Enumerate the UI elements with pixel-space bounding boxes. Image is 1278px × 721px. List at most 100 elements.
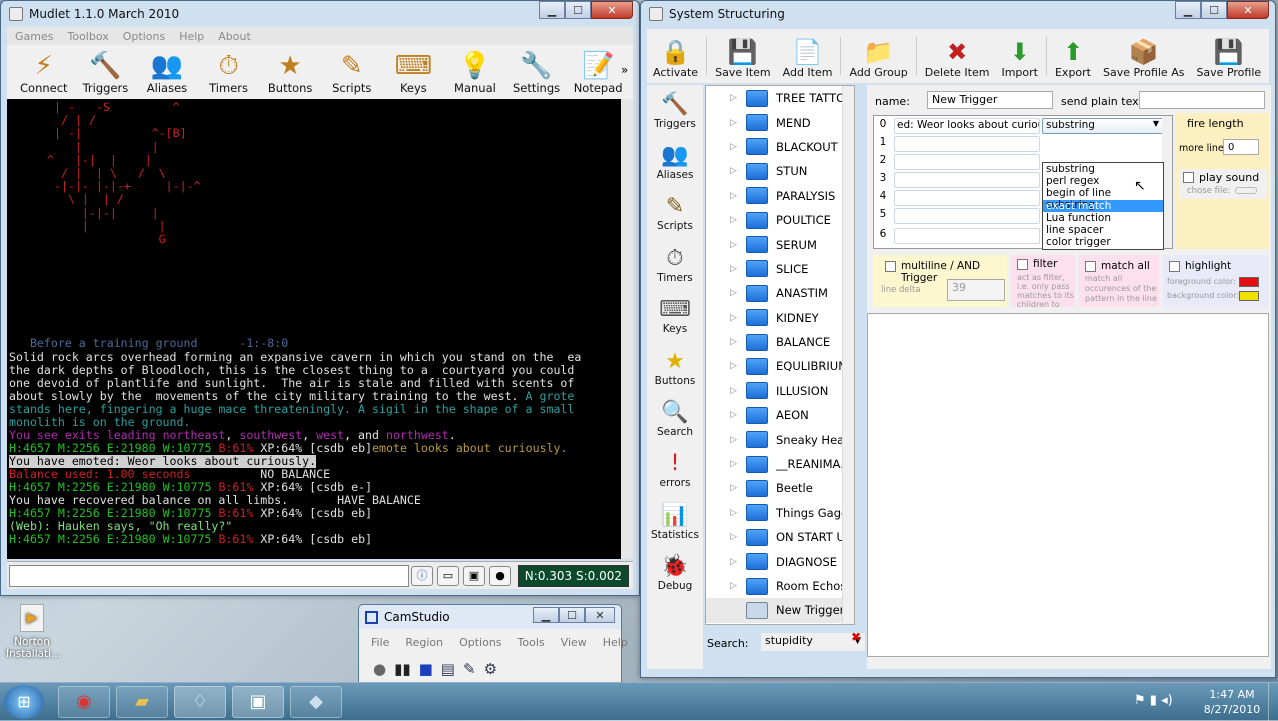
- tree-item[interactable]: ▷ AEON: [706, 403, 854, 427]
- menu-about[interactable]: About: [218, 30, 251, 43]
- stop-icon[interactable]: ■: [419, 660, 433, 678]
- close-button[interactable]: ✕: [1227, 1, 1269, 19]
- camstudio-titlebar[interactable]: CamStudio ▁ ☐ ✕: [359, 605, 621, 629]
- tree-item[interactable]: ▷ SLICE: [706, 257, 854, 281]
- tree-item[interactable]: ▷ MEND: [706, 110, 854, 134]
- replay-icon[interactable]: ▣: [463, 566, 485, 586]
- tree-item[interactable]: ▷ ILLUSION: [706, 379, 854, 403]
- expand-arrow-icon[interactable]: ▷: [730, 191, 737, 201]
- fg-color-swatch[interactable]: [1239, 277, 1259, 287]
- tree-item[interactable]: ▷ STUN: [706, 159, 854, 183]
- tree-item[interactable]: ▷ ON START UP: [706, 525, 854, 549]
- dropdown-option[interactable]: color trigger: [1043, 236, 1163, 248]
- show-desktop-button[interactable]: [1268, 683, 1278, 721]
- mudlet-taskbar-button[interactable]: ♢: [174, 686, 226, 718]
- expand-arrow-icon[interactable]: ▷: [730, 288, 737, 298]
- expand-arrow-icon[interactable]: ▷: [730, 459, 737, 469]
- camstudio-taskbar-button[interactable]: ▣: [232, 686, 284, 718]
- settings-button[interactable]: 🔧 Settings: [506, 51, 568, 95]
- save-profile-as-button[interactable]: 📦 Save Profile As: [1097, 29, 1190, 83]
- delete-item-button[interactable]: ✖ Delete Item: [919, 29, 996, 83]
- dropdown-option[interactable]: Lua function: [1043, 212, 1163, 224]
- structuring-titlebar[interactable]: System Structuring ▁ ☐ ✕: [641, 1, 1275, 27]
- sidebar-errors[interactable]: ! errors: [647, 445, 703, 496]
- start-button[interactable]: ⊞: [4, 685, 44, 719]
- expand-arrow-icon[interactable]: ▷: [730, 508, 737, 518]
- expand-arrow-icon[interactable]: ▷: [730, 240, 737, 250]
- tree-scrollbar[interactable]: [842, 86, 854, 624]
- maximize-button[interactable]: ☐: [1201, 1, 1227, 19]
- annotate-icon[interactable]: ✎: [463, 660, 476, 678]
- pattern-input[interactable]: [894, 208, 1040, 224]
- sidebar-aliases[interactable]: 👥 Aliases: [647, 136, 703, 187]
- manual-button[interactable]: 💡 Manual: [444, 51, 506, 95]
- aliases-button[interactable]: 👥 Aliases: [136, 51, 198, 95]
- maximize-button[interactable]: ☐: [565, 1, 591, 19]
- pattern-input[interactable]: [894, 190, 1040, 206]
- tree-item[interactable]: ▷ EQULIBRIUM: [706, 354, 854, 378]
- explorer-taskbar-button[interactable]: ▰: [116, 686, 168, 718]
- timestamp-icon[interactable]: ▭: [437, 566, 459, 586]
- import-button[interactable]: ⬇ Import: [995, 29, 1044, 83]
- info-icon[interactable]: ⓘ: [411, 566, 433, 586]
- expand-arrow-icon[interactable]: ▷: [730, 581, 737, 591]
- tree-item[interactable]: ▷ POULTICE: [706, 208, 854, 232]
- sidebar-buttons[interactable]: ★ Buttons: [647, 342, 703, 393]
- tree-item[interactable]: ▷ Room Echos: [706, 574, 854, 598]
- dropdown-option[interactable]: substring: [1043, 163, 1163, 175]
- tree-item[interactable]: ▷ BALANCE: [706, 330, 854, 354]
- sidebar-search[interactable]: 🔍 Search: [647, 393, 703, 444]
- pattern-type-select[interactable]: substring ▼: [1042, 118, 1164, 134]
- cam-menu-options[interactable]: Options: [459, 636, 501, 649]
- tree-item[interactable]: ▷ SERUM: [706, 232, 854, 256]
- name-field[interactable]: New Trigger: [927, 91, 1053, 109]
- sidebar-statistics[interactable]: 📊 Statistics: [647, 496, 703, 547]
- clock[interactable]: 1:47 AM 8/27/2010: [1202, 687, 1262, 717]
- sidebar-keys[interactable]: ⌨ Keys: [647, 291, 703, 342]
- tree-item[interactable]: OVERKILL!!!: [706, 623, 854, 624]
- more-lines-spinner[interactable]: 0: [1223, 139, 1259, 155]
- add-item-button[interactable]: 📄 Add Item: [777, 29, 839, 83]
- tree-item[interactable]: ▷ KIDNEY: [706, 306, 854, 330]
- minimize-button[interactable]: ▁: [533, 607, 559, 623]
- clear-search-icon[interactable]: ✖: [851, 631, 863, 643]
- tree-item[interactable]: New Trigger: [706, 598, 854, 623]
- tree-item[interactable]: ▷ DIAGNOSE: [706, 549, 854, 573]
- pattern-input[interactable]: [894, 228, 1040, 244]
- close-button[interactable]: ✕: [591, 1, 633, 19]
- tree-item[interactable]: ▷ PARALYSIS: [706, 184, 854, 208]
- send-field[interactable]: [1139, 91, 1265, 109]
- chrome-taskbar-button[interactable]: ◉: [58, 686, 110, 718]
- buttons-button[interactable]: ★ Buttons: [259, 51, 321, 95]
- expand-arrow-icon[interactable]: ▷: [730, 435, 737, 445]
- menu-toolbox[interactable]: Toolbox: [67, 30, 108, 43]
- expand-arrow-icon[interactable]: ▷: [730, 361, 737, 371]
- notepad-button[interactable]: 📝 Notepad: [567, 51, 629, 95]
- expand-arrow-icon[interactable]: ▷: [730, 313, 737, 323]
- sidebar-timers[interactable]: ⏱ Timers: [647, 239, 703, 290]
- region-icon[interactable]: ▤: [441, 660, 455, 678]
- expand-arrow-icon[interactable]: ▷: [730, 264, 737, 274]
- scripts-button[interactable]: ✎ Scripts: [321, 51, 383, 95]
- maximize-button[interactable]: ☐: [559, 607, 585, 623]
- export-button[interactable]: ⬆ Export: [1049, 29, 1097, 83]
- swf-icon[interactable]: ⚙: [484, 660, 497, 678]
- expand-arrow-icon[interactable]: ▷: [730, 532, 737, 542]
- tree-item[interactable]: ▷ ANASTIM: [706, 281, 854, 305]
- desktop-icon-norton[interactable]: ▶ Norton Installati...: [6, 604, 61, 660]
- console-scrollbar[interactable]: [621, 99, 633, 559]
- expand-arrow-icon[interactable]: ▷: [730, 93, 737, 103]
- menu-games[interactable]: Games: [15, 30, 53, 43]
- pattern-input[interactable]: ed: Weor looks about curiously.: [894, 118, 1040, 134]
- pause-icon[interactable]: ▮▮: [394, 660, 411, 678]
- close-button[interactable]: ✕: [585, 607, 615, 623]
- dropdown-option[interactable]: line spacer: [1043, 224, 1163, 236]
- tree-item[interactable]: ▷ BLACKOUT: [706, 135, 854, 159]
- expand-arrow-icon[interactable]: ▷: [730, 215, 737, 225]
- mudlet-titlebar[interactable]: Mudlet 1.1.0 March 2010 ▁ ☐ ✕: [1, 1, 639, 27]
- search-input[interactable]: stupidity ▼: [761, 633, 865, 651]
- record-icon[interactable]: ●: [373, 660, 386, 678]
- record-icon[interactable]: ●: [489, 566, 511, 586]
- pattern-input[interactable]: [894, 172, 1040, 188]
- expand-arrow-icon[interactable]: ▷: [730, 410, 737, 420]
